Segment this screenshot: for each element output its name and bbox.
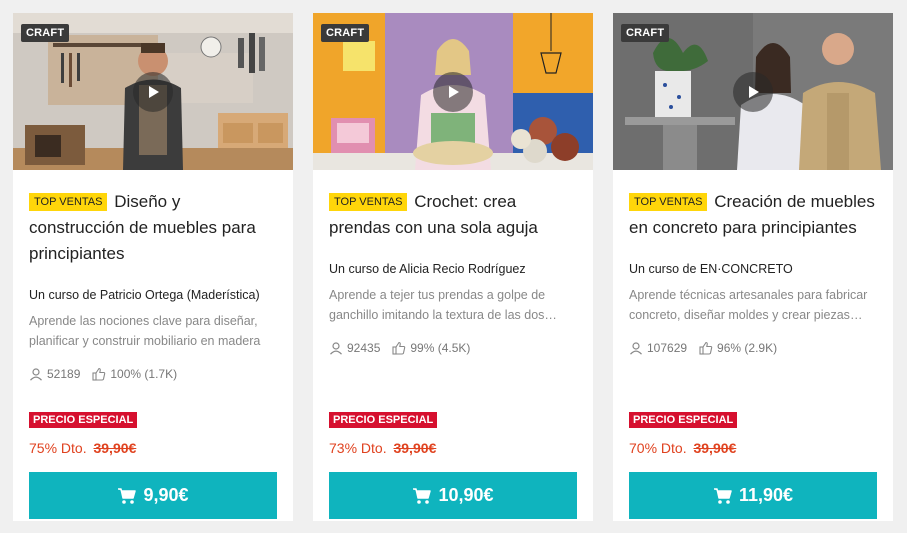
students-value: 92435 <box>347 341 381 355</box>
category-label: CRAFT <box>21 24 70 42</box>
students-value: 52189 <box>47 367 81 381</box>
top-sales-badge: TOP VENTAS <box>29 193 108 211</box>
play-icon <box>749 86 759 98</box>
cart-icon <box>713 487 732 504</box>
course-thumbnail[interactable]: CRAFT <box>313 13 593 170</box>
discount-percent: 70% Dto. <box>629 440 687 456</box>
students-count: 107629 <box>629 341 687 355</box>
top-sales-badge: TOP VENTAS <box>629 193 708 211</box>
rating-value: 96% (2.9K) <box>717 341 778 355</box>
course-card[interactable]: CRAFT TOP VENTAS Creación de muebles en … <box>613 13 893 521</box>
course-author: Un curso de Patricio Ortega (Maderística… <box>29 288 260 302</box>
cart-icon <box>413 487 432 504</box>
price: 11,90€ <box>738 485 794 505</box>
play-button[interactable] <box>733 72 773 112</box>
discount-line: 75% Dto. 39,90€ <box>29 440 136 456</box>
discount-line: 70% Dto. 39,90€ <box>629 440 736 456</box>
rating: 96% (2.9K) <box>699 341 777 355</box>
top-sales-badge: TOP VENTAS <box>329 193 408 211</box>
buy-button[interactable]: 9,90€ <box>29 472 277 519</box>
rating-value: 100% (1.7K) <box>110 367 178 381</box>
rating: 100% (1.7K) <box>92 367 177 381</box>
thumbs-up-icon <box>392 341 406 355</box>
course-author: Un curso de EN·CONCRETO <box>629 262 793 276</box>
category-label: CRAFT <box>621 24 670 42</box>
old-price: 39,90€ <box>93 440 137 456</box>
students-value: 107629 <box>647 341 688 355</box>
rating-value: 99% (4.5K) <box>410 341 471 355</box>
course-stats: 92435 99% (4.5K) <box>329 341 482 355</box>
course-title-block[interactable]: TOP VENTAS Creación de muebles en concre… <box>629 189 877 241</box>
special-price-badge: PRECIO ESPECIAL <box>629 412 738 428</box>
play-icon <box>149 86 159 98</box>
discount-line: 73% Dto. 39,90€ <box>329 440 436 456</box>
discount-percent: 73% Dto. <box>329 440 387 456</box>
buy-button[interactable]: 11,90€ <box>629 472 877 519</box>
special-price-badge: PRECIO ESPECIAL <box>29 412 138 428</box>
price: 10,90€ <box>438 485 494 505</box>
course-thumbnail[interactable]: CRAFT <box>13 13 293 170</box>
category-label: CRAFT <box>321 24 370 42</box>
thumbs-up-icon <box>92 367 106 381</box>
course-title-block[interactable]: TOP VENTAS Crochet: crea prendas con una… <box>329 189 577 241</box>
course-stats: 52189 100% (1.7K) <box>29 367 189 381</box>
course-card[interactable]: CRAFT TOP VENTAS Diseño y construcción d… <box>13 13 293 521</box>
students-count: 92435 <box>329 341 380 355</box>
course-thumbnail[interactable]: CRAFT <box>613 13 893 170</box>
special-price-badge: PRECIO ESPECIAL <box>329 412 438 428</box>
play-button[interactable] <box>133 72 173 112</box>
price: 9,90€ <box>143 485 189 505</box>
thumbs-up-icon <box>699 341 713 355</box>
course-description: Aprende técnicas artesanales para fabric… <box>629 288 868 322</box>
rating: 99% (4.5K) <box>392 341 470 355</box>
course-stats: 107629 96% (2.9K) <box>629 341 789 355</box>
course-title-block[interactable]: TOP VENTAS Diseño y construcción de mueb… <box>29 189 277 267</box>
students-count: 52189 <box>29 367 80 381</box>
buy-button[interactable]: 10,90€ <box>329 472 577 519</box>
user-icon <box>630 342 642 355</box>
user-icon <box>330 342 342 355</box>
course-author: Un curso de Alicia Recio Rodríguez <box>329 262 526 276</box>
play-icon <box>449 86 459 98</box>
play-button[interactable] <box>433 72 473 112</box>
course-card[interactable]: CRAFT TOP VENTAS Crochet: crea prendas c… <box>313 13 593 521</box>
course-description: Aprende a tejer tus prendas a golpe de g… <box>329 288 546 322</box>
user-icon <box>30 368 42 381</box>
course-description: Aprende las nociones clave para diseñar,… <box>29 314 261 348</box>
cart-icon <box>118 487 137 504</box>
old-price: 39,90€ <box>393 440 437 456</box>
old-price: 39,90€ <box>693 440 737 456</box>
discount-percent: 75% Dto. <box>29 440 87 456</box>
